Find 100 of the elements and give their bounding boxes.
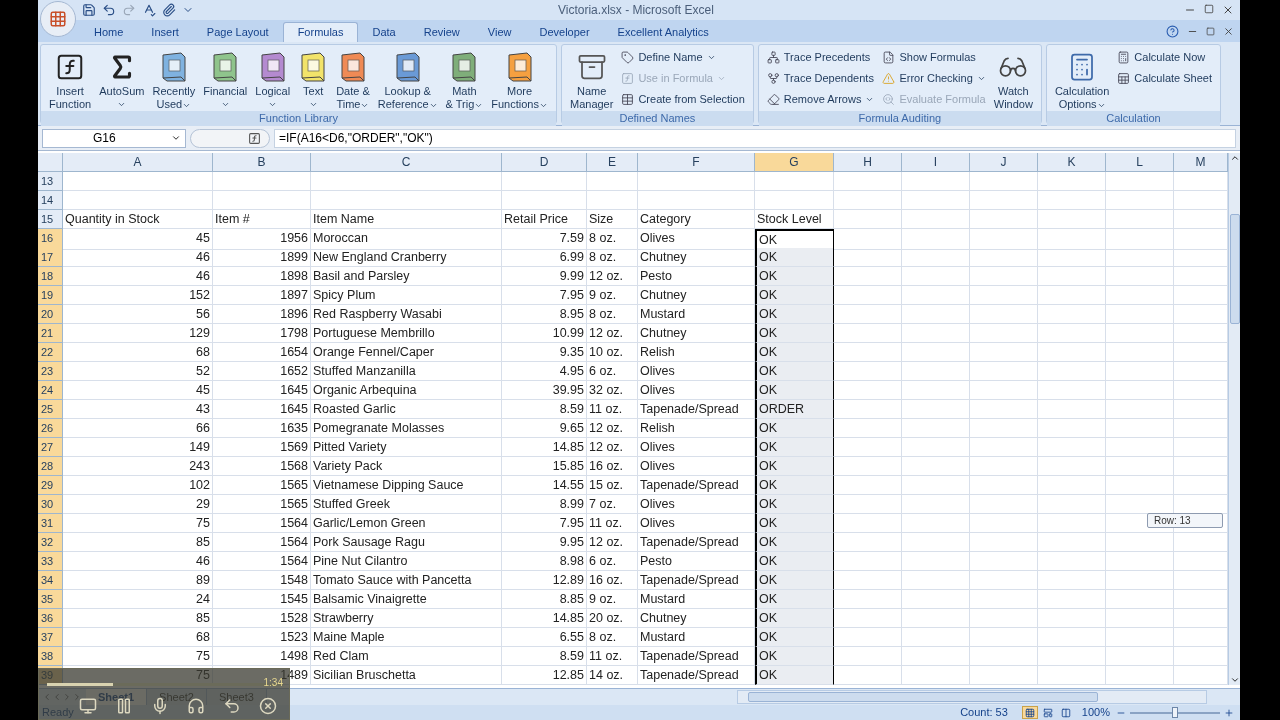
table-cell: 6 oz. bbox=[587, 552, 638, 571]
row-header[interactable]: 13 bbox=[38, 172, 63, 191]
column-header[interactable]: A bbox=[63, 153, 213, 172]
column-header[interactable]: L bbox=[1106, 153, 1174, 172]
function-icon[interactable] bbox=[248, 131, 261, 145]
row-header[interactable]: 25 bbox=[38, 400, 63, 419]
column-header[interactable]: C bbox=[311, 153, 502, 172]
row-header[interactable]: 21 bbox=[38, 324, 63, 343]
restore-icon[interactable] bbox=[1206, 27, 1215, 36]
ribbon-tab[interactable]: Excellent Analytics bbox=[603, 22, 723, 42]
column-header[interactable]: F bbox=[638, 153, 755, 172]
row-header[interactable]: 22 bbox=[38, 343, 63, 362]
ribbon-button[interactable]: AutoSum bbox=[95, 45, 149, 111]
horizontal-scrollbar[interactable] bbox=[736, 690, 1207, 704]
maximize-icon[interactable] bbox=[1204, 4, 1214, 14]
ribbon-tab[interactable]: Developer bbox=[525, 22, 604, 42]
save-icon[interactable] bbox=[82, 3, 96, 17]
column-header[interactable]: H bbox=[834, 153, 902, 172]
column-header[interactable]: I bbox=[902, 153, 970, 172]
ribbon-button[interactable]: Remove Arrows bbox=[766, 90, 875, 108]
ribbon-button[interactable]: Define Name bbox=[621, 48, 745, 66]
ribbon-button[interactable]: Trace Precedents bbox=[766, 48, 875, 66]
spell-check-icon[interactable] bbox=[142, 3, 156, 17]
table-cell: 24 bbox=[63, 590, 213, 609]
close-icon[interactable] bbox=[1222, 4, 1234, 16]
ribbon-tab[interactable]: Page Layout bbox=[192, 22, 283, 42]
ribbon-button[interactable]: Trace Dependents bbox=[766, 69, 875, 87]
undo-icon[interactable] bbox=[102, 3, 116, 17]
ribbon-button[interactable]: Name Manager bbox=[566, 45, 618, 111]
close-icon[interactable] bbox=[1223, 26, 1234, 37]
close-icon[interactable] bbox=[259, 697, 277, 715]
row-header[interactable]: 24 bbox=[38, 381, 63, 400]
ribbon-tab[interactable]: Data bbox=[358, 22, 410, 42]
empty-cell bbox=[1038, 305, 1106, 324]
ribbon-button[interactable]: Calculation Options bbox=[1050, 45, 1114, 111]
row-header[interactable]: 23 bbox=[38, 362, 63, 381]
column-header[interactable]: E bbox=[587, 153, 638, 172]
row-header[interactable]: 28 bbox=[38, 457, 63, 476]
table-cell: 8 oz. bbox=[587, 628, 638, 647]
row-header[interactable]: 34 bbox=[38, 571, 63, 590]
row-header[interactable]: 32 bbox=[38, 533, 63, 552]
ribbon-button[interactable]: Text bbox=[294, 45, 333, 111]
ribbon-button[interactable]: Math & Trig bbox=[441, 45, 488, 111]
ribbon-button[interactable]: Logical bbox=[251, 45, 295, 111]
row-header[interactable]: 36 bbox=[38, 609, 63, 628]
column-header[interactable]: M bbox=[1174, 153, 1228, 172]
column-header[interactable]: D bbox=[502, 153, 587, 172]
view-button[interactable] bbox=[1021, 706, 1038, 719]
ribbon-tab[interactable]: Review bbox=[409, 22, 474, 42]
row-header[interactable]: 30 bbox=[38, 495, 63, 514]
ribbon-button[interactable]: Recently Used bbox=[148, 45, 200, 111]
ribbon-tab[interactable]: View bbox=[473, 22, 526, 42]
office-button[interactable] bbox=[40, 1, 76, 37]
row-header[interactable]: 26 bbox=[38, 419, 63, 438]
ribbon-button[interactable]: Show Formulas bbox=[882, 48, 986, 66]
screen-icon[interactable] bbox=[79, 697, 97, 715]
row-header[interactable]: 19 bbox=[38, 286, 63, 305]
column-header[interactable]: G bbox=[755, 153, 834, 172]
scroll-up-icon[interactable] bbox=[1229, 153, 1240, 163]
ribbon-button[interactable]: Date & Time bbox=[332, 45, 374, 111]
help-icon[interactable] bbox=[1166, 25, 1179, 38]
ribbon-button[interactable]: Calculate Sheet bbox=[1117, 69, 1212, 87]
ribbon-button[interactable]: Insert Function bbox=[45, 45, 96, 111]
row-header[interactable]: 15 bbox=[38, 210, 63, 229]
row-header[interactable]: 27 bbox=[38, 438, 63, 457]
scrollbar-thumb[interactable] bbox=[1229, 214, 1240, 324]
ribbon-button[interactable]: More Functions bbox=[487, 45, 552, 111]
row-header[interactable]: 29 bbox=[38, 476, 63, 495]
name-box[interactable]: G16 bbox=[42, 128, 186, 148]
table-cell: OK bbox=[755, 381, 834, 400]
row-header[interactable]: 31 bbox=[38, 514, 63, 533]
row-header[interactable]: 16 bbox=[38, 229, 63, 250]
ribbon-tab[interactable]: Formulas bbox=[282, 22, 359, 42]
ribbon-button[interactable]: Watch Window bbox=[989, 45, 1037, 111]
table-cell: OK bbox=[755, 514, 834, 533]
row-header[interactable]: 33 bbox=[38, 552, 63, 571]
ribbon-button[interactable]: Error Checking bbox=[882, 69, 986, 87]
row-header[interactable]: 14 bbox=[38, 191, 63, 210]
zoom-in-icon[interactable] bbox=[1224, 707, 1234, 718]
row-header[interactable]: 17 bbox=[38, 248, 63, 267]
row-header[interactable]: 38 bbox=[38, 647, 63, 666]
slider-thumb[interactable] bbox=[1172, 706, 1178, 718]
column-header[interactable]: B bbox=[213, 153, 311, 172]
ribbon-button[interactable]: Financial bbox=[199, 45, 252, 111]
column-header[interactable]: K bbox=[1038, 153, 1106, 172]
ribbon-tab[interactable]: Home bbox=[80, 22, 138, 42]
column-header[interactable]: J bbox=[970, 153, 1038, 172]
table-cell: 14.85 bbox=[502, 609, 587, 628]
ribbon-button[interactable]: Calculate Now bbox=[1117, 48, 1212, 66]
row-header[interactable]: 20 bbox=[38, 305, 63, 324]
attach-icon[interactable] bbox=[162, 3, 176, 17]
row-header[interactable]: 37 bbox=[38, 628, 63, 647]
formula-field[interactable]: =IF(A16<D6,"ORDER","OK") bbox=[274, 128, 1236, 148]
row-header[interactable]: 35 bbox=[38, 590, 63, 609]
ribbon-tab[interactable]: Insert bbox=[137, 22, 193, 42]
vertical-scrollbar[interactable] bbox=[1228, 153, 1240, 685]
scroll-down-icon[interactable] bbox=[1229, 675, 1240, 685]
row-header[interactable]: 18 bbox=[38, 267, 63, 286]
ribbon-button[interactable]: Create from Selection bbox=[621, 90, 745, 108]
ribbon-button[interactable]: Lookup & Reference bbox=[373, 45, 442, 111]
